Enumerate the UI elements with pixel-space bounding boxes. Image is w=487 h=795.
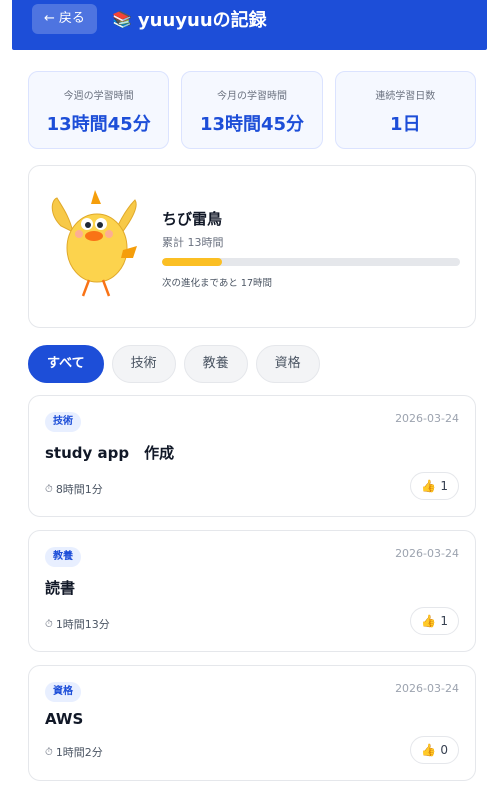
record-card: 資格 2026-03-24 AWS ⏱ 1時間2分 👍 0 [28, 665, 476, 781]
arrow-left-icon: ← [44, 11, 55, 26]
stat-card-streak: 連続学習日数 1日 [334, 71, 476, 149]
category-tag: 技術 [45, 412, 81, 432]
duration-text: 8時間1分 [55, 483, 103, 496]
like-count: 1 [440, 614, 448, 628]
thumbs-up-icon: 👍 [421, 614, 437, 628]
clock-icon: ⏱ [45, 483, 53, 495]
stat-label: 今週の学習時間 [63, 91, 134, 102]
record-duration: ⏱ 1時間2分 [45, 744, 103, 760]
thumbs-up-icon: 👍 [421, 743, 437, 757]
duration-text: 1時間2分 [55, 746, 103, 759]
clock-icon: ⏱ [45, 746, 53, 758]
books-icon: 📚 [112, 9, 132, 29]
category-tag: 教養 [45, 547, 81, 567]
like-count: 1 [440, 479, 448, 493]
character-name: ちび雷鳥 [162, 210, 223, 228]
bird-character-icon [51, 190, 137, 297]
like-button[interactable]: 👍 0 [410, 736, 459, 764]
stat-label: 連続学習日数 [375, 91, 436, 102]
back-button[interactable]: ← 戻る [32, 4, 97, 34]
thumbs-up-icon: 👍 [421, 479, 437, 493]
next-evolution-text: 次の進化まであと 17時間 [162, 278, 273, 289]
record-card: 教養 2026-03-24 読書 ⏱ 1時間13分 👍 1 [28, 530, 476, 652]
record-date: 2026-03-24 [395, 547, 459, 560]
filter-all[interactable]: すべて [28, 345, 104, 383]
stat-value: 1日 [390, 114, 421, 135]
record-date: 2026-03-24 [395, 412, 459, 425]
category-filter: すべて 技術 教養 資格 [28, 345, 320, 383]
filter-liberal-arts[interactable]: 教養 [183, 345, 248, 383]
record-duration: ⏱ 1時間13分 [45, 616, 110, 632]
duration-text: 1時間13分 [55, 618, 110, 631]
stat-value: 13時間45分 [46, 114, 151, 135]
record-title: 読書 [45, 579, 76, 597]
back-label: 戻る [58, 11, 85, 26]
filter-certification[interactable]: 資格 [255, 345, 320, 383]
category-tag: 資格 [45, 682, 81, 702]
evolution-progress-bar [162, 258, 460, 266]
filter-tech[interactable]: 技術 [111, 345, 176, 383]
evolution-progress-fill [162, 258, 222, 266]
stat-card-month: 今月の学習時間 13時間45分 [181, 71, 323, 149]
like-count: 0 [440, 743, 448, 757]
character-card: ちび雷鳥 累計 13時間 次の進化まであと 17時間 [28, 165, 476, 328]
record-card: 技術 2026-03-24 study app 作成 ⏱ 8時間1分 👍 1 [28, 395, 476, 517]
record-duration: ⏱ 8時間1分 [45, 481, 103, 497]
record-title: AWS [45, 710, 84, 728]
page-title-wrap: 📚 yuuyuuの記録 [112, 6, 267, 32]
record-date: 2026-03-24 [395, 682, 459, 695]
page-title: yuuyuuの記録 [137, 10, 267, 31]
character-total-time: 累計 13時間 [162, 236, 224, 249]
stat-card-week: 今週の学習時間 13時間45分 [28, 71, 170, 149]
like-button[interactable]: 👍 1 [410, 607, 459, 635]
stats-row: 今週の学習時間 13時間45分 今月の学習時間 13時間45分 連続学習日数 1… [28, 71, 476, 149]
like-button[interactable]: 👍 1 [410, 472, 459, 500]
stat-value: 13時間45分 [199, 114, 305, 135]
stat-label: 今月の学習時間 [216, 91, 287, 102]
clock-icon: ⏱ [45, 618, 53, 630]
record-title: study app 作成 [45, 444, 175, 462]
app-header: ← 戻る 📚 yuuyuuの記録 [12, 0, 487, 50]
